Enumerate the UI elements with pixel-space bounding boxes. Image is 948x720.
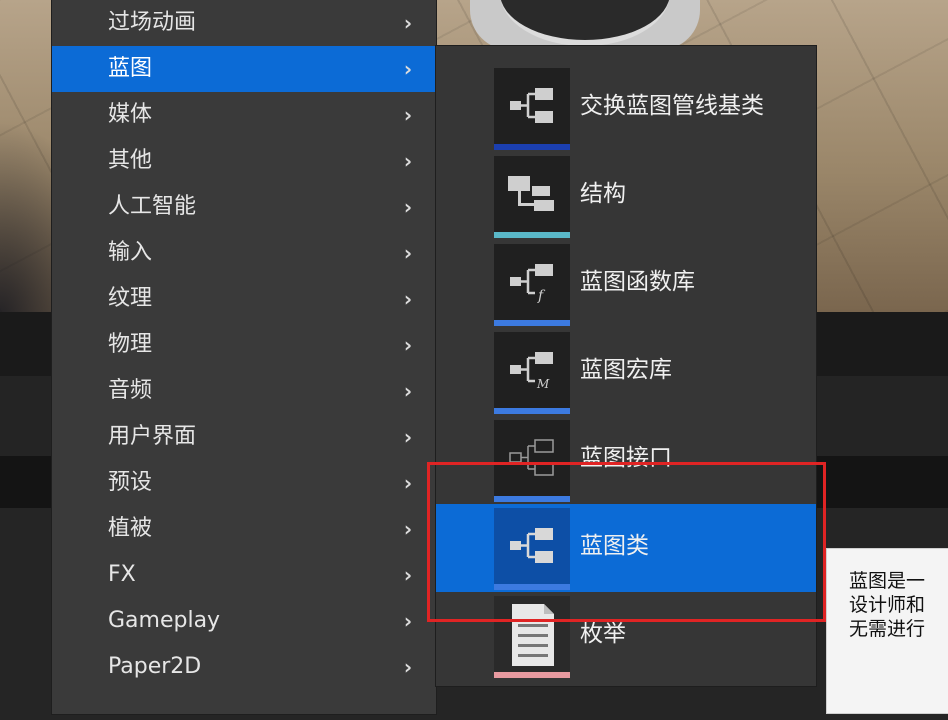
menu-item-label: 音频 [108,378,153,403]
menu-item-label: Paper2D [108,654,202,679]
submenu-item-blueprint-interface[interactable]: 蓝图接口 [436,420,816,508]
menu-item-label: 过场动画 [108,10,197,35]
svg-text:M: M [536,377,550,391]
tooltip: 蓝图是一 设计师和 无需进行 [826,548,948,714]
menu-item-artificial-intelligence[interactable]: 人工智能 › [52,184,436,230]
blueprint-interface-icon [494,420,570,502]
submenu-item-struct[interactable]: 结构 [436,156,816,244]
blueprint-submenu: 交换蓝图管线基类 结构 f 蓝图函数库 M 蓝图宏库 蓝图接口 蓝图类 枚举 [436,46,816,686]
menu-item-paper2d[interactable]: Paper2D › [52,644,436,690]
menu-item-cinematics[interactable]: 过场动画 › [52,0,436,46]
submenu-item-label: 蓝图函数库 [580,269,695,295]
menu-item-label: 媒体 [108,102,153,127]
blueprint-class-icon [494,508,570,590]
menu-item-input[interactable]: 输入 › [52,230,436,276]
menu-item-user-interface[interactable]: 用户界面 › [52,414,436,460]
tooltip-line: 无需进行 [849,618,926,640]
tooltip-line: 蓝图是一 [849,570,926,592]
submenu-item-label: 枚举 [580,621,626,647]
menu-item-audio[interactable]: 音频 › [52,368,436,414]
viewport-actor [470,0,700,50]
tooltip-line: 设计师和 [849,594,926,616]
menu-item-label: 物理 [108,332,153,357]
chevron-right-icon: › [403,195,413,219]
menu-item-label: 输入 [108,240,153,265]
chevron-right-icon: › [403,57,413,81]
menu-item-label: 人工智能 [108,194,197,219]
menu-item-label: 预设 [108,470,153,495]
chevron-right-icon: › [403,425,413,449]
submenu-item-label: 蓝图宏库 [580,357,672,383]
chevron-right-icon: › [403,103,413,127]
menu-item-fx[interactable]: FX › [52,552,436,598]
submenu-item-blueprint-class[interactable]: 蓝图类 [436,504,816,592]
menu-item-miscellaneous[interactable]: 其他 › [52,138,436,184]
submenu-item-enum[interactable]: 枚举 [436,596,816,684]
asset-category-menu: 过场动画 › 蓝图 › 媒体 › 其他 › 人工智能 › 输入 › 纹理 › 物… [52,0,436,714]
menu-item-label: Gameplay [108,608,221,633]
chevron-right-icon: › [403,333,413,357]
chevron-right-icon: › [403,11,413,35]
menu-item-label: 用户界面 [108,424,197,449]
submenu-item-blueprint-macro-library[interactable]: M 蓝图宏库 [436,332,816,420]
menu-item-textures[interactable]: 纹理 › [52,276,436,322]
menu-item-label: 其他 [108,148,153,173]
blueprint-node-icon [494,68,570,150]
chevron-right-icon: › [403,471,413,495]
enum-icon [494,596,570,678]
chevron-right-icon: › [403,517,413,541]
chevron-right-icon: › [403,655,413,679]
blueprint-macro-library-icon: M [494,332,570,414]
submenu-item-blueprint-function-library[interactable]: f 蓝图函数库 [436,244,816,332]
submenu-item-label: 蓝图类 [580,533,649,559]
menu-item-physics[interactable]: 物理 › [52,322,436,368]
submenu-item-label: 结构 [580,181,626,207]
chevron-right-icon: › [403,379,413,403]
svg-text:f: f [537,288,546,304]
menu-item-label: 植被 [108,516,153,541]
menu-item-presets[interactable]: 预设 › [52,460,436,506]
blueprint-function-library-icon: f [494,244,570,326]
menu-item-gameplay[interactable]: Gameplay › [52,598,436,644]
menu-item-blueprint[interactable]: 蓝图 › [52,46,436,92]
menu-item-foliage[interactable]: 植被 › [52,506,436,552]
menu-item-label: FX [108,562,136,587]
chevron-right-icon: › [403,241,413,265]
chevron-right-icon: › [403,563,413,587]
submenu-item-swap-pipeline-base[interactable]: 交换蓝图管线基类 [436,68,816,156]
chevron-right-icon: › [403,149,413,173]
menu-item-label: 蓝图 [108,56,153,81]
submenu-item-label: 交换蓝图管线基类 [580,93,764,119]
chevron-right-icon: › [403,287,413,311]
chevron-right-icon: › [403,609,413,633]
struct-icon [494,156,570,238]
menu-item-label: 纹理 [108,286,153,311]
submenu-item-label: 蓝图接口 [580,445,672,471]
menu-item-media[interactable]: 媒体 › [52,92,436,138]
